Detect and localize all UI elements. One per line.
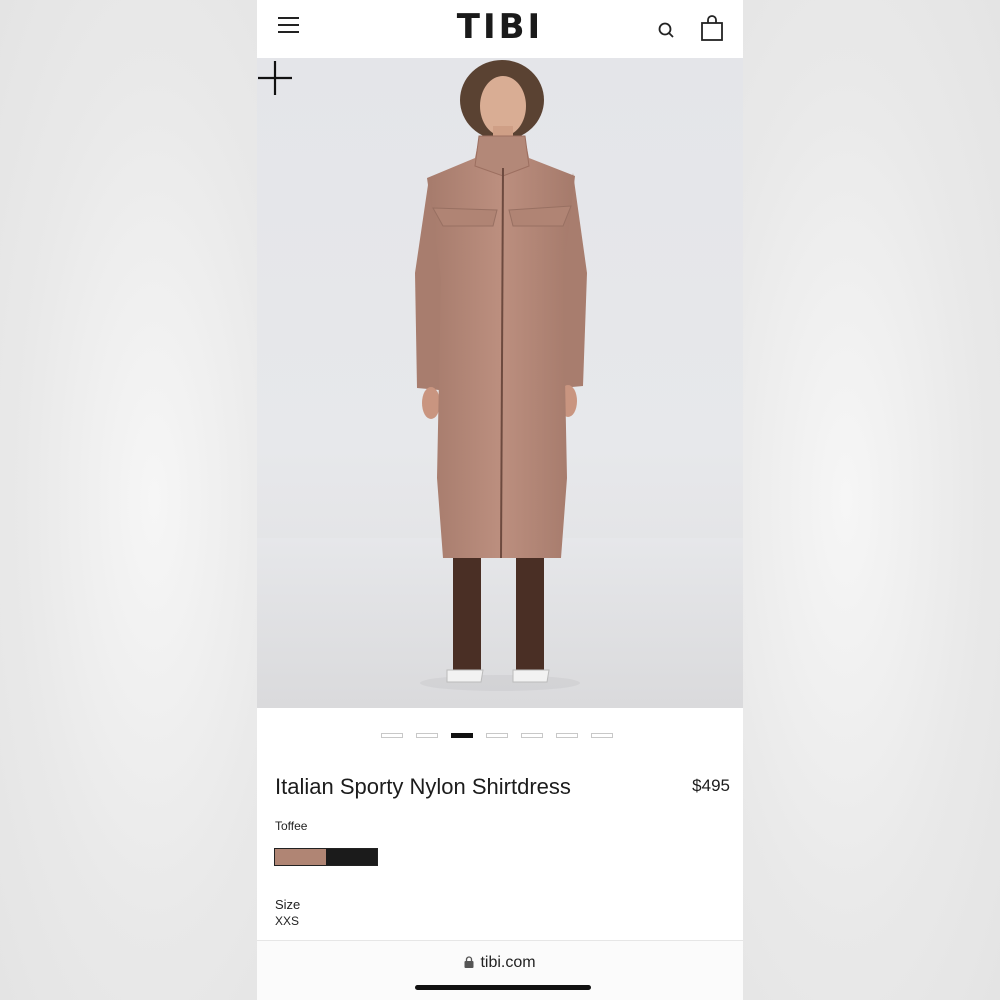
url-text: tibi.com	[480, 954, 536, 971]
shopping-bag-icon[interactable]	[700, 15, 724, 41]
swatch-toffee[interactable]	[275, 849, 326, 865]
size-label: Size	[275, 897, 301, 912]
size-value[interactable]: XXS	[275, 914, 299, 928]
color-swatches	[274, 848, 378, 866]
url-display[interactable]: tibi.com	[257, 954, 743, 972]
model-illustration	[257, 60, 743, 708]
left-backdrop	[0, 0, 257, 1000]
search-icon[interactable]	[657, 20, 677, 40]
phone-screen: TIBI Italian Sporty Nylon Shirtdress $49…	[257, 0, 743, 1000]
lock-icon	[464, 956, 474, 968]
carousel-dot[interactable]	[416, 733, 438, 738]
product-image[interactable]	[257, 58, 743, 708]
plus-icon[interactable]	[257, 60, 293, 96]
right-backdrop	[743, 0, 1000, 1000]
swatch-black[interactable]	[326, 849, 377, 865]
carousel-dot[interactable]	[556, 733, 578, 738]
carousel-dot[interactable]	[591, 733, 613, 738]
product-title: Italian Sporty Nylon Shirtdress	[275, 774, 571, 799]
carousel-indicators	[381, 733, 613, 741]
home-indicator[interactable]	[415, 985, 591, 990]
carousel-dot-active[interactable]	[451, 733, 473, 738]
color-label: Toffee	[275, 819, 308, 833]
carousel-dot[interactable]	[381, 733, 403, 738]
site-header: TIBI	[257, 0, 743, 58]
carousel-dot[interactable]	[486, 733, 508, 738]
browser-address-bar: tibi.com	[257, 940, 743, 1000]
product-price: $495	[692, 776, 730, 795]
carousel-dot[interactable]	[521, 733, 543, 738]
